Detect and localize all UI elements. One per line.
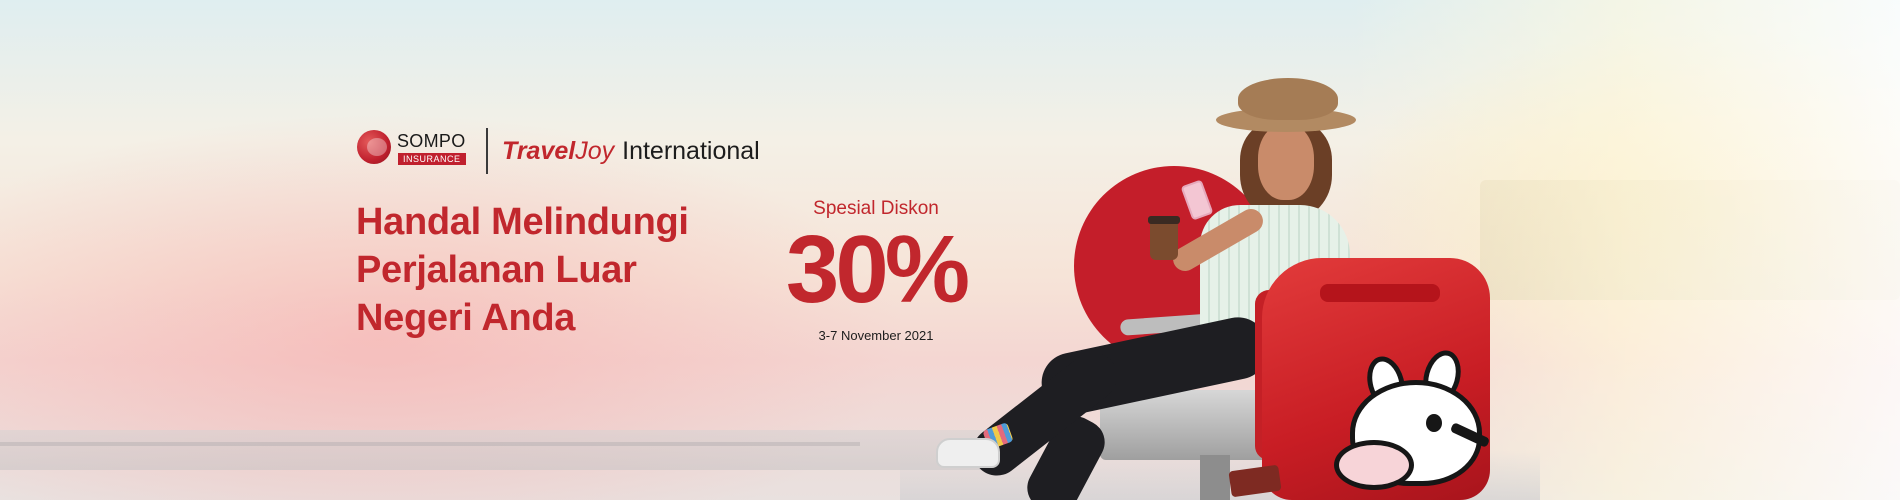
- traveler-photo: [900, 60, 1540, 500]
- traveler-face: [1258, 124, 1314, 200]
- zebra-eye: [1426, 414, 1442, 432]
- headline-line-3: Negeri Anda: [356, 297, 576, 339]
- runway-background: [0, 430, 1000, 470]
- headline: Handal Melindungi Perjalanan Luar Negeri…: [356, 198, 689, 342]
- sompo-logo-tagline: INSURANCE: [398, 153, 466, 165]
- promo-banner[interactable]: SOMPO INSURANCE TravelJoy International H…: [0, 0, 1900, 500]
- hat: [1238, 78, 1338, 120]
- sompo-logo-name: SOMPO: [397, 131, 466, 151]
- sneaker: [936, 438, 1000, 468]
- backpack-pocket: [1320, 284, 1440, 302]
- traveljoy-logo-travel: Travel: [502, 137, 576, 165]
- headline-line-1: Handal Melindungi: [356, 201, 689, 243]
- coffee-cup-icon: [1148, 216, 1180, 260]
- traveljoy-logo: TravelJoy International: [502, 137, 760, 166]
- zebra-snout: [1334, 440, 1414, 490]
- runway-line: [0, 442, 860, 446]
- traveljoy-logo-international: International: [622, 137, 760, 165]
- sompo-logo-icon: [357, 130, 391, 164]
- chair-leg: [1200, 455, 1230, 500]
- logo-divider: [486, 128, 488, 174]
- headline-line-2: Perjalanan Luar: [356, 249, 637, 291]
- traveljoy-logo-joy: Joy: [575, 137, 615, 165]
- sompo-logo: SOMPO INSURANCE: [357, 128, 467, 168]
- zebra-mascot-icon: [1330, 340, 1491, 500]
